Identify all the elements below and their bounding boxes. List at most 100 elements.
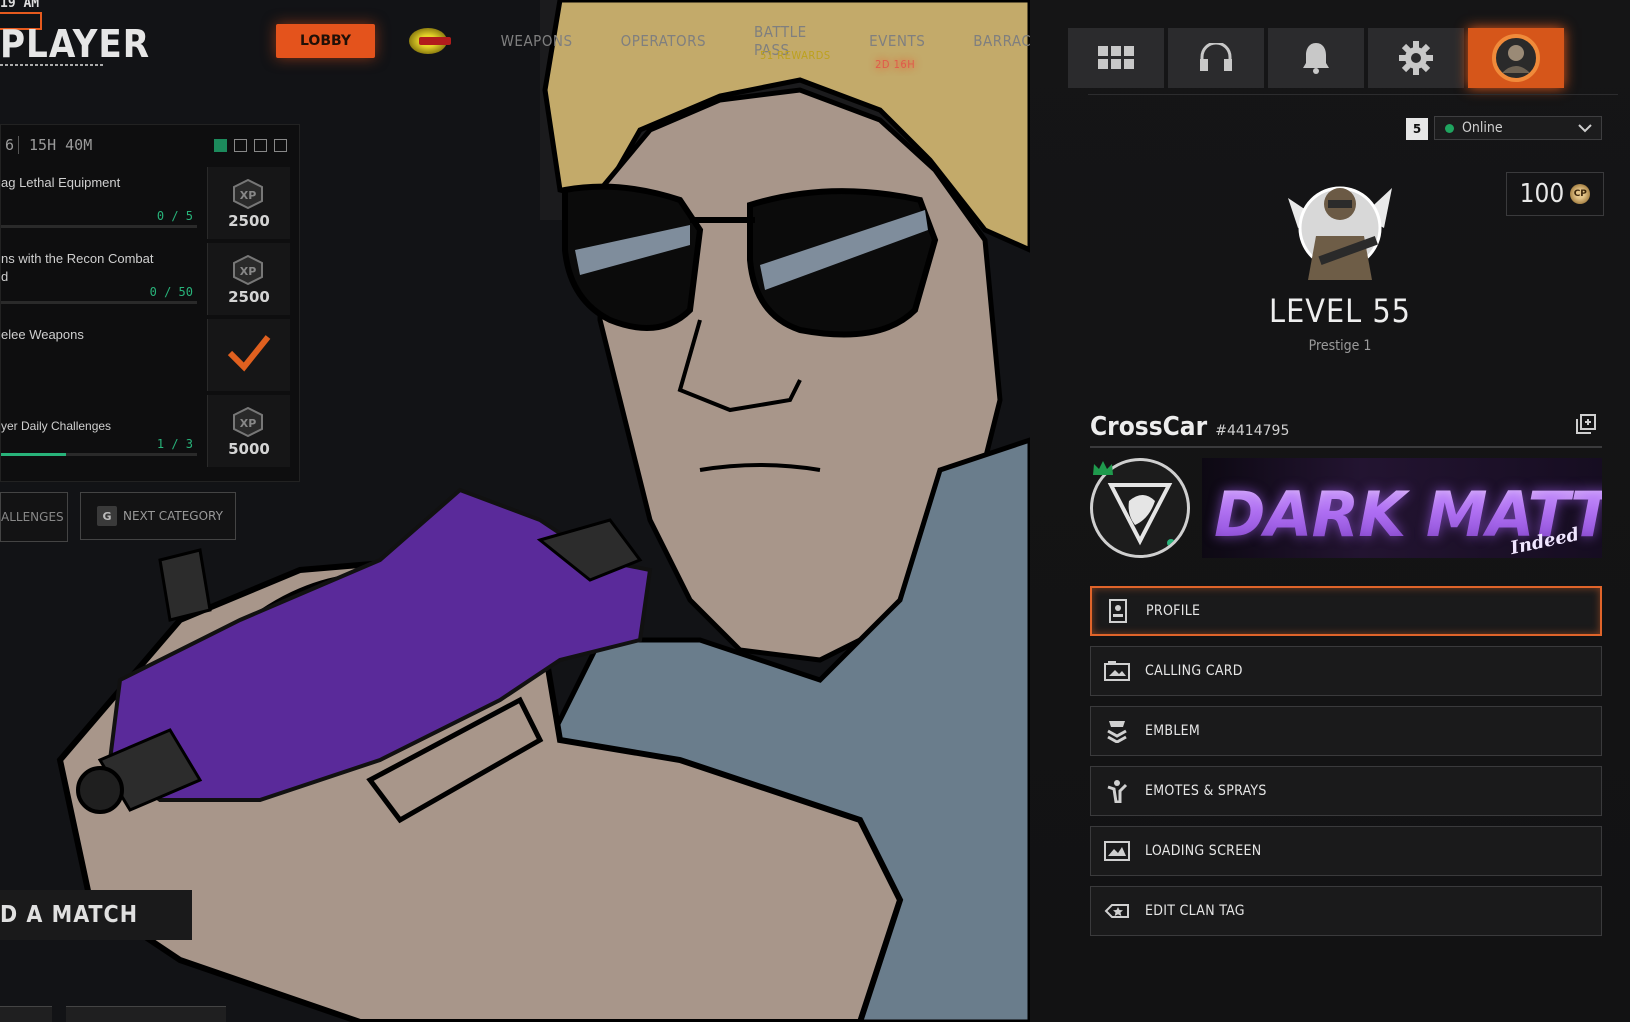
xp-value: 2500: [228, 288, 270, 306]
tab-operators-label: OPERATORS: [620, 32, 707, 50]
profile-panel: 5 Online 100 CP LEVEL 55 Prestige 1 Cros…: [1030, 0, 1630, 1022]
loading-screen-icon: [1103, 837, 1131, 865]
page-dot[interactable]: [254, 139, 267, 152]
tab-weapons[interactable]: WEAPONS: [501, 32, 573, 50]
lobby-scene: 19 AM PLAYER LOBBY WEAPONS OPERATORS BAT…: [0, 0, 1030, 1022]
xp-icon: XP: [233, 255, 263, 285]
gamertag: CrossCar #4414795: [1090, 412, 1289, 442]
party-count-badge: 5: [1406, 118, 1428, 140]
tab-lobby[interactable]: LOBBY: [276, 24, 376, 58]
challenge-progress-bar: [1, 225, 197, 228]
menu-label: EMOTES & SPRAYS: [1145, 783, 1267, 799]
challenges-timer-prefix: 6: [5, 136, 15, 154]
page-dot[interactable]: [234, 139, 247, 152]
emote-icon: [1103, 777, 1131, 805]
player-level: LEVEL 55: [1269, 292, 1411, 330]
challenge-progress: 0 / 50: [149, 285, 193, 299]
crown-icon: [1093, 461, 1113, 475]
challenge-progress-fill: [1, 453, 66, 456]
menu-label: EMBLEM: [1145, 723, 1201, 739]
tab-barracks[interactable]: BARRAC: [973, 32, 1030, 50]
clock: 19 AM: [0, 0, 40, 11]
challenge-text: ns with the Recon Combat: [1, 251, 154, 266]
chevron-down-icon: [1578, 124, 1592, 133]
emotes-sprays-menu-button[interactable]: EMOTES & SPRAYS: [1090, 766, 1602, 816]
challenge-row[interactable]: ns with the Recon Combat d 0 / 50 XP 250…: [1, 243, 290, 315]
tab-events-label: EVENTS: [869, 32, 926, 50]
challenge-text: ag Lethal Equipment: [1, 175, 121, 190]
calling-card-icon: [1103, 657, 1131, 685]
keybind-g: G: [97, 506, 117, 526]
challenge-row[interactable]: ag Lethal Equipment 0 / 5 XP 2500: [1, 167, 290, 239]
grid-icon: [1098, 46, 1134, 69]
battle-pass-rewards: 51 REWARDS: [760, 49, 831, 62]
edit-clan-tag-menu-button[interactable]: EDIT CLAN TAG: [1090, 886, 1602, 936]
prestige-label: Prestige 1: [1308, 338, 1372, 354]
headset-icon: [1200, 43, 1232, 71]
tab-events[interactable]: EVENTS 2D 16H: [869, 32, 926, 71]
gamertag-id: #4414795: [1215, 423, 1290, 439]
xp-icon: XP: [233, 179, 263, 209]
clan-tag-icon: [1103, 897, 1131, 925]
all-challenges-button[interactable]: ALLENGES: [0, 492, 68, 542]
copy-icon[interactable]: [1576, 414, 1596, 434]
tab-weapons-label: WEAPONS: [500, 32, 573, 50]
brand-title: PLAYER: [0, 22, 151, 66]
page-dot[interactable]: [274, 139, 287, 152]
profile-avatar-icon: [1492, 34, 1540, 82]
header-divider: [18, 136, 20, 154]
bottom-tab[interactable]: [66, 1006, 226, 1022]
brand-underline: [0, 64, 104, 66]
cod-points-display[interactable]: 100 CP: [1506, 172, 1604, 216]
online-dot-icon: [1445, 123, 1454, 133]
bell-icon: [1303, 43, 1329, 74]
challenge-page-indicator: [214, 139, 287, 152]
xp-icon: XP: [233, 407, 263, 437]
find-a-match-button[interactable]: D A MATCH: [0, 890, 192, 940]
notifications-button[interactable]: [1268, 28, 1364, 88]
page-dot[interactable]: [214, 139, 227, 152]
social-button[interactable]: [1168, 28, 1264, 88]
gear-icon: [1399, 41, 1433, 75]
challenges-timer: 15H 40M: [29, 136, 93, 154]
tab-operators[interactable]: OPERATORS: [621, 32, 706, 50]
menu-label: PROFILE: [1146, 603, 1201, 619]
next-category-button[interactable]: G NEXT CATEGORY: [80, 492, 236, 540]
status-label: Online: [1462, 120, 1503, 136]
challenge-reward: XP 2500: [207, 243, 290, 315]
challenge-row[interactable]: elee Weapons: [1, 319, 290, 391]
cod-points-value: 100: [1519, 179, 1565, 209]
bottom-tab[interactable]: [0, 1006, 52, 1022]
menu-label: EDIT CLAN TAG: [1145, 903, 1245, 919]
cod-points-icon: CP: [1570, 184, 1591, 204]
events-timer: 2D 16H: [875, 58, 916, 71]
calling-card[interactable]: DARK MATTER Indeed: [1202, 458, 1602, 558]
challenge-text: yer Daily Challenges: [1, 419, 112, 433]
loading-screen-menu-button[interactable]: LOADING SCREEN: [1090, 826, 1602, 876]
xp-value: 2500: [228, 212, 270, 230]
settings-button[interactable]: [1368, 28, 1464, 88]
challenge-row[interactable]: yer Daily Challenges 1 / 3 XP 5000: [1, 395, 290, 467]
grid-menu-button[interactable]: [1068, 28, 1164, 88]
event-badge-icon[interactable]: [409, 28, 451, 54]
tab-barracks-label: BARRAC: [973, 32, 1030, 50]
xp-icon-label: XP: [240, 189, 257, 202]
emblem-icon: [1103, 717, 1131, 745]
challenge-text-line2: d: [1, 269, 9, 284]
top-navigation: LOBBY WEAPONS OPERATORS BATTLE PASS 51 RE…: [276, 23, 1030, 71]
challenge-reward: XP 5000: [207, 395, 290, 467]
tab-battle-pass[interactable]: BATTLE PASS 51 REWARDS: [754, 23, 830, 62]
calling-card-menu-button[interactable]: CALLING CARD: [1090, 646, 1602, 696]
xp-icon-label: XP: [240, 417, 257, 430]
gamertag-name: CrossCar: [1090, 412, 1208, 442]
daily-challenges-panel: 6 15H 40M ag Lethal Equipment 0 / 5 XP 2…: [0, 124, 300, 482]
profile-button[interactable]: [1468, 28, 1564, 88]
toolbar-divider: [1088, 94, 1618, 95]
challenge-progress: 0 / 5: [156, 209, 193, 223]
challenge-reward: XP 2500: [207, 167, 290, 239]
profile-menu-button[interactable]: PROFILE: [1090, 586, 1602, 636]
emblem-menu-button[interactable]: EMBLEM: [1090, 706, 1602, 756]
menu-label: CALLING CARD: [1145, 663, 1243, 679]
challenge-text: elee Weapons: [1, 327, 84, 342]
online-status-dropdown[interactable]: Online: [1434, 116, 1602, 140]
